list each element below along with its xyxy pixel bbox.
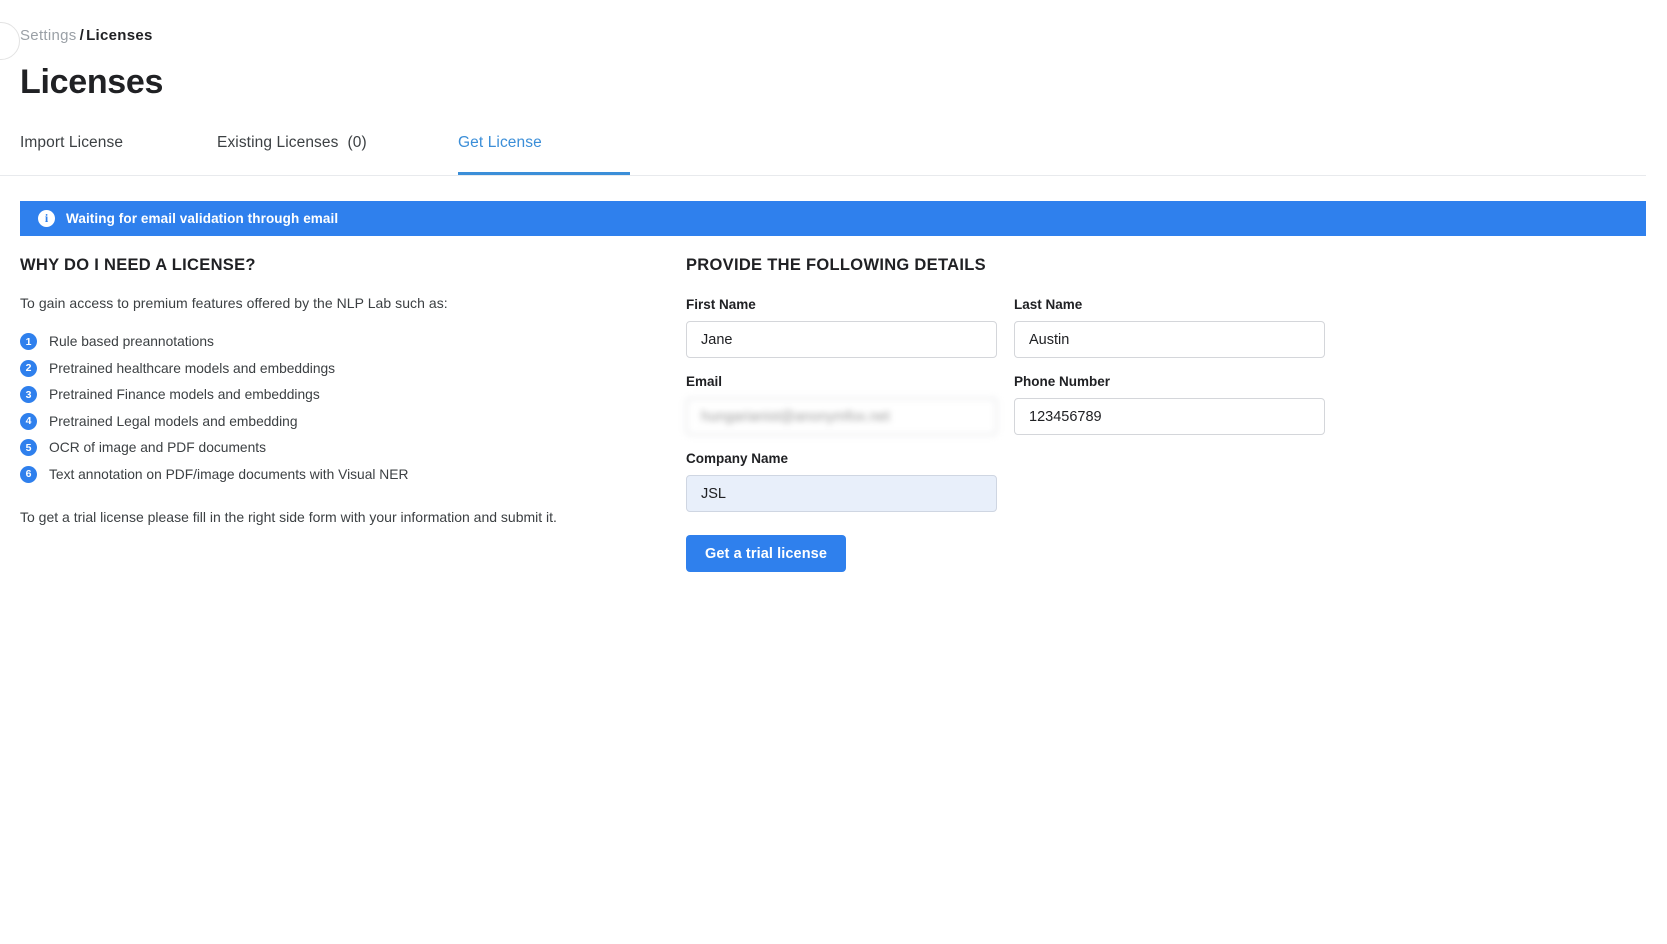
last-name-input[interactable] [1014, 321, 1325, 358]
tab-import-license-label: Import License [20, 134, 124, 151]
info-icon: i [38, 210, 55, 227]
form-row-company: Company Name [686, 451, 1336, 528]
phone-number-input[interactable] [1014, 398, 1325, 435]
form-heading: PROVIDE THE FOLLOWING DETAILS [686, 256, 986, 274]
first-name-label: First Name [686, 297, 756, 312]
why-license-section: WHY DO I NEED A LICENSE? To gain access … [20, 256, 640, 525]
why-license-heading: WHY DO I NEED A LICENSE? [20, 256, 256, 274]
tab-import-license[interactable]: Import License [20, 134, 123, 175]
get-trial-license-button[interactable]: Get a trial license [686, 535, 846, 572]
tab-get-license[interactable]: Get License [458, 134, 630, 175]
field-email: Email [686, 374, 997, 435]
list-item: 2 Pretrained healthcare models and embed… [20, 359, 640, 377]
banner-message: Waiting for email validation through ema… [66, 211, 339, 226]
edge-avatar-circle [0, 22, 20, 60]
breadcrumb-separator: / [79, 27, 85, 44]
tab-existing-licenses-label: Existing Licenses [217, 134, 339, 151]
form-row-contact: Email Phone Number [686, 374, 1336, 451]
breadcrumb-settings[interactable]: Settings [20, 27, 77, 44]
first-name-input[interactable] [686, 321, 997, 358]
tab-get-license-label: Get License [458, 134, 542, 151]
feature-number-badge: 1 [20, 333, 37, 350]
feature-label: Pretrained Legal models and embedding [49, 413, 298, 429]
last-name-label: Last Name [1014, 297, 1083, 312]
tab-bar: Import License Existing Licenses (0) Get… [0, 134, 1646, 176]
tab-existing-licenses[interactable]: Existing Licenses (0) [217, 134, 367, 175]
feature-number-badge: 3 [20, 386, 37, 403]
feature-number-badge: 6 [20, 465, 37, 483]
page-title: Licenses [20, 63, 164, 101]
company-name-label: Company Name [686, 451, 789, 466]
list-item: 6 Text annotation on PDF/image documents… [20, 465, 640, 483]
feature-number-badge: 2 [20, 359, 37, 377]
feature-label: OCR of image and PDF documents [49, 440, 267, 455]
breadcrumb: Settings / Licenses [20, 27, 153, 44]
tab-active-underline [458, 172, 630, 175]
company-name-input[interactable] [686, 475, 997, 512]
feature-list: 1 Rule based preannotations 2 Pretrained… [20, 333, 640, 483]
feature-number-badge: 4 [20, 412, 37, 430]
list-item: 4 Pretrained Legal models and embedding [20, 412, 640, 430]
feature-label: Rule based preannotations [49, 334, 214, 349]
license-request-form: PROVIDE THE FOLLOWING DETAILS First Name… [686, 256, 1336, 572]
why-license-intro: To gain access to premium features offer… [20, 295, 448, 311]
trial-instructions: To get a trial license please fill in th… [20, 508, 557, 525]
email-validation-banner: i Waiting for email validation through e… [20, 201, 1646, 236]
form-row-names: First Name Last Name [686, 297, 1336, 374]
tab-existing-licenses-count: (0) [347, 134, 367, 151]
breadcrumb-licenses: Licenses [86, 27, 153, 44]
field-company-name: Company Name [686, 451, 997, 512]
email-input[interactable] [686, 398, 997, 435]
field-first-name: First Name [686, 297, 997, 358]
feature-label: Text annotation on PDF/image documents w… [49, 466, 409, 482]
feature-number-badge: 5 [20, 439, 37, 456]
field-phone-number: Phone Number [1014, 374, 1325, 435]
list-item: 5 OCR of image and PDF documents [20, 439, 640, 456]
phone-number-label: Phone Number [1014, 374, 1111, 389]
feature-label: Pretrained Finance models and embeddings [49, 387, 320, 402]
list-item: 3 Pretrained Finance models and embeddin… [20, 386, 640, 403]
field-last-name: Last Name [1014, 297, 1325, 358]
feature-label: Pretrained healthcare models and embeddi… [49, 360, 336, 376]
licenses-page: Settings / Licenses Licenses Import Lice… [0, 0, 1667, 944]
email-label: Email [686, 374, 723, 389]
list-item: 1 Rule based preannotations [20, 333, 640, 350]
